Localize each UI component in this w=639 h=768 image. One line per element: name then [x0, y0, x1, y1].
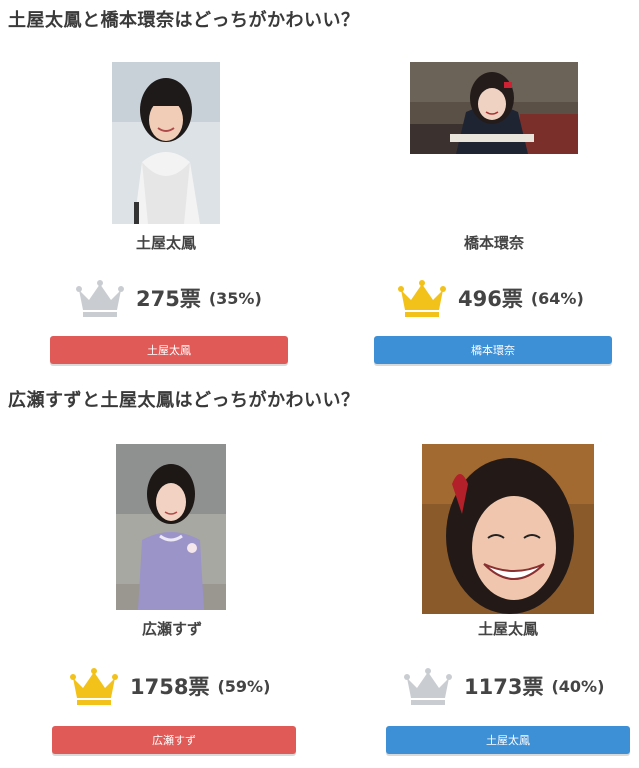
poll-1-right-percent: (64%) [530, 288, 584, 308]
poll-2-left-votes: 1758票 [130, 675, 210, 699]
poll-2-right-votes: 1173票 [464, 675, 544, 699]
poll-1-right-photo[interactable] [410, 62, 578, 154]
poll-1-left-result: 275票 (35%) [76, 276, 262, 320]
poll-1-right-vote-button[interactable]: 橋本環奈 [374, 336, 612, 364]
poll-2-title: 広瀬すずと土屋太鳳はどっちがかわいい？ [8, 390, 360, 411]
poll-1-right-result: 496票 (64%) [398, 276, 584, 320]
poll-1-right-name: 橋本環奈 [463, 234, 524, 252]
poll-2-right-vote-button[interactable]: 土屋太鳳 [386, 726, 630, 754]
poll-2-left-photo[interactable] [116, 444, 226, 610]
poll-2-right-result: 1173票 (40%) [404, 664, 604, 708]
poll-1-left-photo[interactable] [112, 62, 220, 224]
gold-crown-icon [70, 668, 118, 705]
silver-crown-icon [404, 668, 452, 705]
poll-2-left-vote-button[interactable]: 広瀬すず [52, 726, 296, 754]
poll-2-right-photo[interactable] [422, 444, 594, 614]
poll-2-left-name: 広瀬すず [141, 620, 202, 638]
poll-2-right-name: 土屋太鳳 [477, 620, 538, 638]
poll-1-left-vote-button[interactable]: 土屋太鳳 [50, 336, 288, 364]
poll-2-left-result: 1758票 (59%) [70, 664, 270, 708]
poll-1-title: 土屋太鳳と橋本環奈はどっちがかわいい？ [8, 10, 360, 31]
poll-1-left-name: 土屋太鳳 [135, 234, 196, 252]
silver-crown-icon [76, 280, 124, 317]
poll-2-left-percent: (59%) [217, 676, 271, 696]
poll-2-right-percent: (40%) [551, 676, 605, 696]
poll-1-right-votes: 496票 [458, 287, 523, 311]
poll-1-left-votes: 275票 [136, 287, 201, 311]
gold-crown-icon [398, 280, 446, 317]
poll-1-left-percent: (35%) [208, 288, 262, 308]
